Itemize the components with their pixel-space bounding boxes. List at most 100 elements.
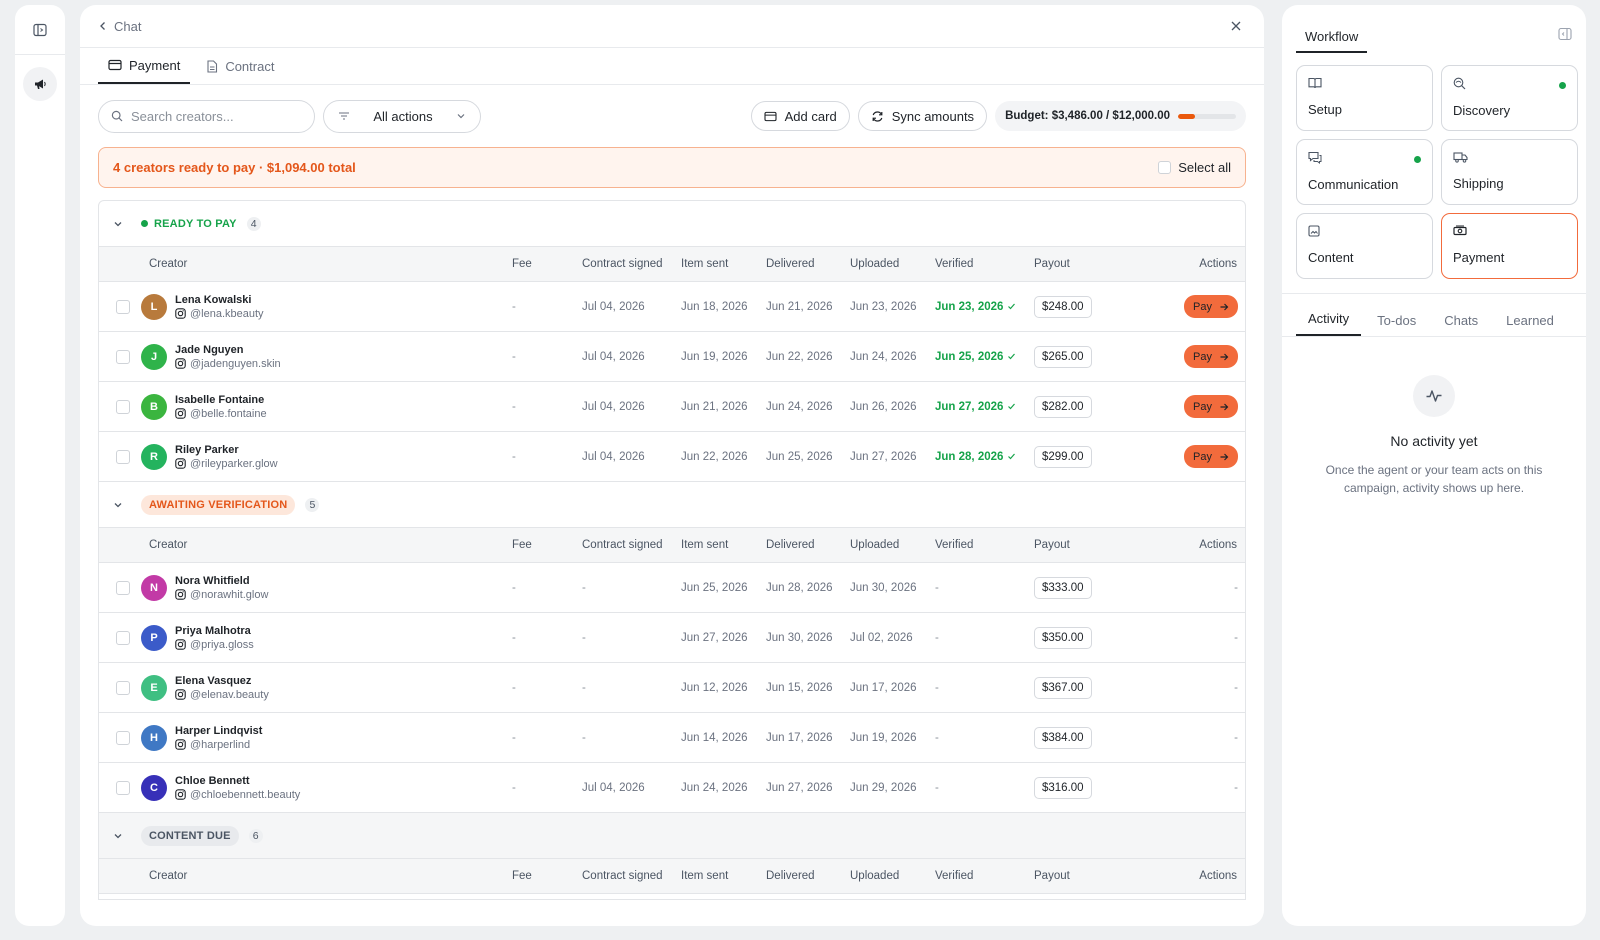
- payout-amount[interactable]: $384.00: [1034, 726, 1092, 749]
- creator-cell[interactable]: J Jade Nguyen @jadenguyen.skin: [141, 343, 512, 371]
- creator-cell[interactable]: L Lena Kowalski @lena.kbeauty: [141, 293, 512, 321]
- collapse-group-button[interactable]: [111, 498, 125, 512]
- column-header[interactable]: Contract signed: [582, 539, 681, 551]
- sync-amounts-button[interactable]: Sync amounts: [857, 101, 988, 131]
- contract-signed-cell: -: [582, 632, 681, 644]
- pay-button[interactable]: Pay: [1184, 345, 1238, 368]
- creator-handle[interactable]: @norawhit.glow: [175, 588, 268, 602]
- payout-amount[interactable]: $248.00: [1034, 295, 1092, 318]
- column-header[interactable]: Uploaded: [850, 258, 935, 270]
- collapse-group-button[interactable]: [111, 829, 125, 843]
- action-filter-select[interactable]: All actions: [323, 99, 481, 133]
- row-checkbox[interactable]: [116, 399, 130, 414]
- tab-activity[interactable]: Activity: [1296, 311, 1362, 336]
- column-header[interactable]: Actions: [1112, 258, 1245, 270]
- payout-amount[interactable]: $367.00: [1034, 676, 1092, 699]
- creator-cell[interactable]: R Riley Parker @rileyparker.glow: [141, 443, 512, 471]
- column-header[interactable]: Creator: [141, 870, 512, 882]
- column-header[interactable]: Creator: [141, 258, 512, 270]
- creator-cell[interactable]: B Isabelle Fontaine @belle.fontaine: [141, 393, 512, 421]
- column-header[interactable]: Fee: [512, 258, 582, 270]
- workflow-step-communication[interactable]: Communication: [1296, 139, 1433, 205]
- sidebar-toggle-button[interactable]: [15, 5, 65, 55]
- payout-amount[interactable]: $350.00: [1034, 626, 1092, 649]
- workflow-tab[interactable]: Workflow: [1296, 29, 1368, 53]
- payout-amount[interactable]: $316.00: [1034, 776, 1092, 799]
- creator-handle[interactable]: @lena.kbeauty: [175, 307, 264, 321]
- creator-cell[interactable]: N Nora Whitfield @norawhit.glow: [141, 574, 512, 602]
- workflow-step-shipping[interactable]: Shipping: [1441, 139, 1578, 205]
- row-checkbox[interactable]: [116, 680, 130, 695]
- add-card-button[interactable]: Add card: [750, 101, 850, 131]
- collapse-group-button[interactable]: [111, 217, 125, 231]
- column-header[interactable]: Payout: [1034, 258, 1112, 270]
- creator-handle[interactable]: @belle.fontaine: [175, 407, 267, 421]
- column-header[interactable]: Item sent: [681, 258, 766, 270]
- column-header[interactable]: Item sent: [681, 539, 766, 551]
- pay-button[interactable]: Pay: [1184, 295, 1238, 318]
- row-checkbox[interactable]: [116, 730, 130, 745]
- column-header[interactable]: Uploaded: [850, 870, 935, 882]
- column-header[interactable]: Verified: [935, 870, 1034, 882]
- column-header[interactable]: Verified: [935, 539, 1034, 551]
- actions-cell: -: [1112, 682, 1245, 694]
- column-header[interactable]: Contract signed: [582, 870, 681, 882]
- workflow-step-setup[interactable]: Setup: [1296, 65, 1433, 131]
- row-checkbox[interactable]: [116, 780, 130, 795]
- pay-button[interactable]: Pay: [1184, 395, 1238, 418]
- column-header[interactable]: Actions: [1112, 870, 1245, 882]
- workflow-step-discovery[interactable]: Discovery: [1441, 65, 1578, 131]
- creator-cell[interactable]: C Chloe Bennett @chloebennett.beauty: [141, 774, 512, 802]
- column-header[interactable]: Payout: [1034, 870, 1112, 882]
- tab-learned[interactable]: Learned: [1494, 313, 1566, 336]
- check-icon: [1008, 453, 1016, 460]
- creator-cell[interactable]: H Harper Lindqvist @harperlind: [141, 724, 512, 752]
- tab-contract[interactable]: Contract: [196, 48, 284, 84]
- creator-info: Harper Lindqvist @harperlind: [175, 724, 262, 752]
- column-header[interactable]: Payout: [1034, 539, 1112, 551]
- tab-todos[interactable]: To-dos: [1365, 313, 1428, 336]
- column-header[interactable]: Verified: [935, 258, 1034, 270]
- creator-cell[interactable]: P Priya Malhotra @priya.gloss: [141, 624, 512, 652]
- row-checkbox[interactable]: [116, 349, 130, 364]
- column-header[interactable]: Contract signed: [582, 258, 681, 270]
- payout-amount[interactable]: $265.00: [1034, 345, 1092, 368]
- creator-handle[interactable]: @chloebennett.beauty: [175, 788, 300, 802]
- creator-handle[interactable]: @jadenguyen.skin: [175, 357, 281, 371]
- column-header[interactable]: Actions: [1112, 539, 1245, 551]
- payout-amount[interactable]: $333.00: [1034, 576, 1092, 599]
- checkbox[interactable]: [1158, 161, 1172, 174]
- pay-button[interactable]: Pay: [1184, 445, 1238, 468]
- column-header[interactable]: Delivered: [766, 870, 850, 882]
- column-header[interactable]: Delivered: [766, 258, 850, 270]
- tab-chats[interactable]: Chats: [1432, 313, 1490, 336]
- column-header[interactable]: Fee: [512, 539, 582, 551]
- search-box[interactable]: [98, 99, 315, 133]
- column-header[interactable]: Fee: [512, 870, 582, 882]
- workflow-step-content[interactable]: Content: [1296, 213, 1433, 279]
- row-checkbox[interactable]: [116, 449, 130, 464]
- payout-amount[interactable]: $299.00: [1034, 445, 1092, 468]
- column-header[interactable]: Uploaded: [850, 539, 935, 551]
- creator-cell[interactable]: E Elena Vasquez @elenav.beauty: [141, 674, 512, 702]
- row-checkbox[interactable]: [116, 299, 130, 314]
- column-header[interactable]: Creator: [141, 539, 512, 551]
- collapse-panel-button[interactable]: [1558, 27, 1572, 44]
- column-header[interactable]: Item sent: [681, 870, 766, 882]
- creator-handle[interactable]: @priya.gloss: [175, 638, 254, 652]
- actions-cell: -: [1112, 782, 1245, 794]
- select-all-checkbox[interactable]: Select all: [1158, 160, 1231, 175]
- back-button[interactable]: Chat: [98, 19, 141, 34]
- creator-handle[interactable]: @rileyparker.glow: [175, 457, 278, 471]
- column-header[interactable]: Delivered: [766, 539, 850, 551]
- campaign-button[interactable]: [23, 67, 57, 101]
- search-input[interactable]: [131, 108, 291, 124]
- payout-amount[interactable]: $282.00: [1034, 395, 1092, 418]
- workflow-step-payment[interactable]: Payment: [1441, 213, 1578, 279]
- tab-payment[interactable]: Payment: [98, 48, 191, 84]
- creator-handle[interactable]: @elenav.beauty: [175, 688, 269, 702]
- creator-handle[interactable]: @harperlind: [175, 738, 262, 752]
- close-button[interactable]: [1226, 16, 1246, 36]
- row-checkbox[interactable]: [116, 630, 130, 645]
- row-checkbox[interactable]: [116, 580, 130, 595]
